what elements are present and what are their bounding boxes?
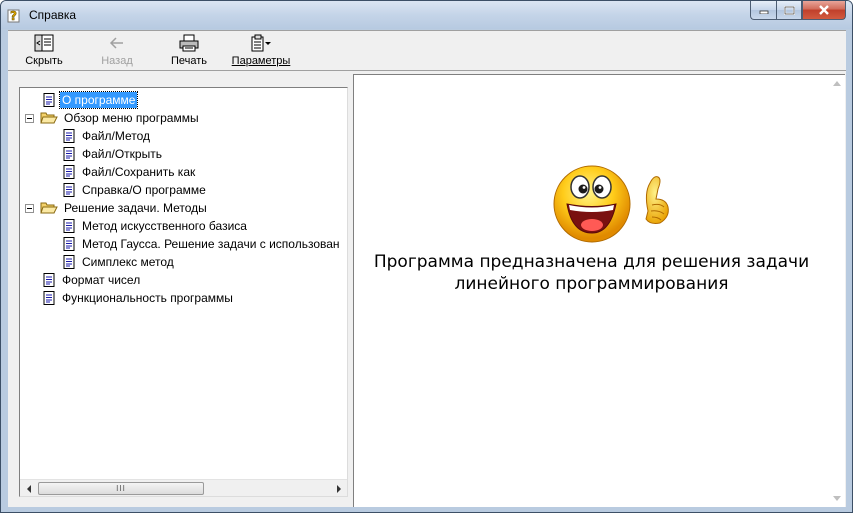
vertical-scrollbar[interactable] <box>828 75 845 507</box>
page-icon <box>63 219 75 233</box>
page-icon <box>43 273 55 287</box>
scroll-up-button[interactable] <box>828 75 845 92</box>
page-icon <box>63 147 75 161</box>
maximize-icon <box>783 5 795 15</box>
tree-item-label: Симплекс метод <box>82 255 174 269</box>
page-icon <box>43 291 55 305</box>
options-button[interactable]: Параметры <box>230 33 292 69</box>
print-label: Печать <box>170 55 208 67</box>
contents-tree[interactable]: О программе Обзор меню программы Файл/Ме… <box>19 87 348 497</box>
close-icon <box>819 5 829 15</box>
options-label: Параметры <box>231 55 291 67</box>
tree-item-label: Файл/Открыть <box>82 147 162 161</box>
tree-folder-menu-overview[interactable]: Обзор меню программы <box>25 109 201 127</box>
minimize-icon <box>759 10 768 14</box>
collapse-toggle-icon[interactable] <box>25 113 34 123</box>
program-description: Программа предназначена для решения зада… <box>364 251 819 295</box>
printer-icon <box>179 34 199 52</box>
open-folder-icon <box>40 202 58 214</box>
collapse-toggle-icon[interactable] <box>25 203 34 213</box>
hide-label: Скрыть <box>25 55 63 67</box>
back-arrow-icon <box>109 37 123 49</box>
close-button[interactable] <box>802 1 846 20</box>
back-button[interactable]: Назад <box>96 33 138 69</box>
scroll-thumb[interactable]: III <box>38 482 204 495</box>
page-icon <box>63 237 75 251</box>
tree-item-label: Формат чисел <box>62 273 141 287</box>
window-title: Справка <box>29 8 77 22</box>
print-button[interactable]: Печать <box>168 33 210 69</box>
page-icon <box>43 93 55 107</box>
tree-item-label: Файл/Сохранить как <box>82 165 196 179</box>
open-folder-icon <box>40 112 58 124</box>
svg-text:?: ? <box>10 9 17 23</box>
client-area: О программе Обзор меню программы Файл/Ме… <box>8 70 846 507</box>
smiley-thumbs-up-image <box>553 165 669 243</box>
tree-item-label: Файл/Метод <box>82 129 151 143</box>
options-icon <box>251 34 271 52</box>
tree-item-file-open[interactable]: Файл/Открыть <box>63 145 164 163</box>
page-icon <box>63 255 75 269</box>
back-label: Назад <box>101 55 133 67</box>
help-window: ? Справка Скрыть Назад Печать Параметры … <box>0 0 853 513</box>
hide-pane-icon <box>34 34 54 52</box>
tree-item-artificial-basis[interactable]: Метод искусственного базиса <box>63 217 249 235</box>
tree-item-file-save-as[interactable]: Файл/Сохранить как <box>63 163 197 181</box>
topic-content-pane[interactable]: Программа предназначена для решения зада… <box>353 74 845 507</box>
page-icon <box>63 183 75 197</box>
caption-buttons <box>750 1 846 21</box>
tree-item-gauss-method[interactable]: Метод Гаусса. Решение задачи с использов… <box>63 235 342 253</box>
maximize-button[interactable] <box>776 1 802 20</box>
hide-button[interactable]: Скрыть <box>22 33 66 69</box>
tree-item-functionality[interactable]: Функциональность программы <box>43 289 235 307</box>
tree-item-file-method[interactable]: Файл/Метод <box>63 127 152 145</box>
toolbar: Скрыть Назад Печать Параметры <box>8 30 846 70</box>
tree-item-label: О программе <box>58 91 139 109</box>
tree-item-label: Метод искусственного базиса <box>82 219 247 233</box>
scroll-down-icon <box>832 496 841 501</box>
minimize-button[interactable] <box>750 1 776 20</box>
horizontal-scrollbar[interactable]: III <box>20 479 347 496</box>
tree-list: О программе Обзор меню программы Файл/Ме… <box>20 88 347 478</box>
scroll-grip-icon: III <box>116 483 126 493</box>
description-line-1: Программа предназначена для решения зада… <box>373 252 810 272</box>
scroll-up-icon <box>832 81 841 86</box>
scroll-down-button[interactable] <box>828 490 845 507</box>
tree-folder-solving-methods[interactable]: Решение задачи. Методы <box>25 199 209 217</box>
page-icon <box>63 165 75 179</box>
scroll-right-icon <box>336 484 341 493</box>
tree-item-label: Справка/О программе <box>82 183 206 197</box>
page-icon <box>63 129 75 143</box>
scroll-left-button[interactable] <box>20 480 37 496</box>
tree-item-simplex-method[interactable]: Симплекс метод <box>63 253 176 271</box>
description-line-2: линейного программирования <box>454 274 729 294</box>
scroll-right-button[interactable] <box>330 480 347 496</box>
scroll-left-icon <box>26 484 31 493</box>
tree-item-number-format[interactable]: Формат чисел <box>43 271 142 289</box>
tree-item-label: Метод Гаусса. Решение задачи с использов… <box>82 237 340 251</box>
title-bar[interactable]: ? Справка <box>1 1 852 29</box>
tree-item-help-about[interactable]: Справка/О программе <box>63 181 208 199</box>
help-icon: ? <box>7 9 20 23</box>
tree-item-label: Решение задачи. Методы <box>64 201 207 215</box>
tree-item-about[interactable]: О программе <box>43 91 139 109</box>
tree-item-label: Обзор меню программы <box>64 111 199 125</box>
tree-item-label: Функциональность программы <box>62 291 233 305</box>
